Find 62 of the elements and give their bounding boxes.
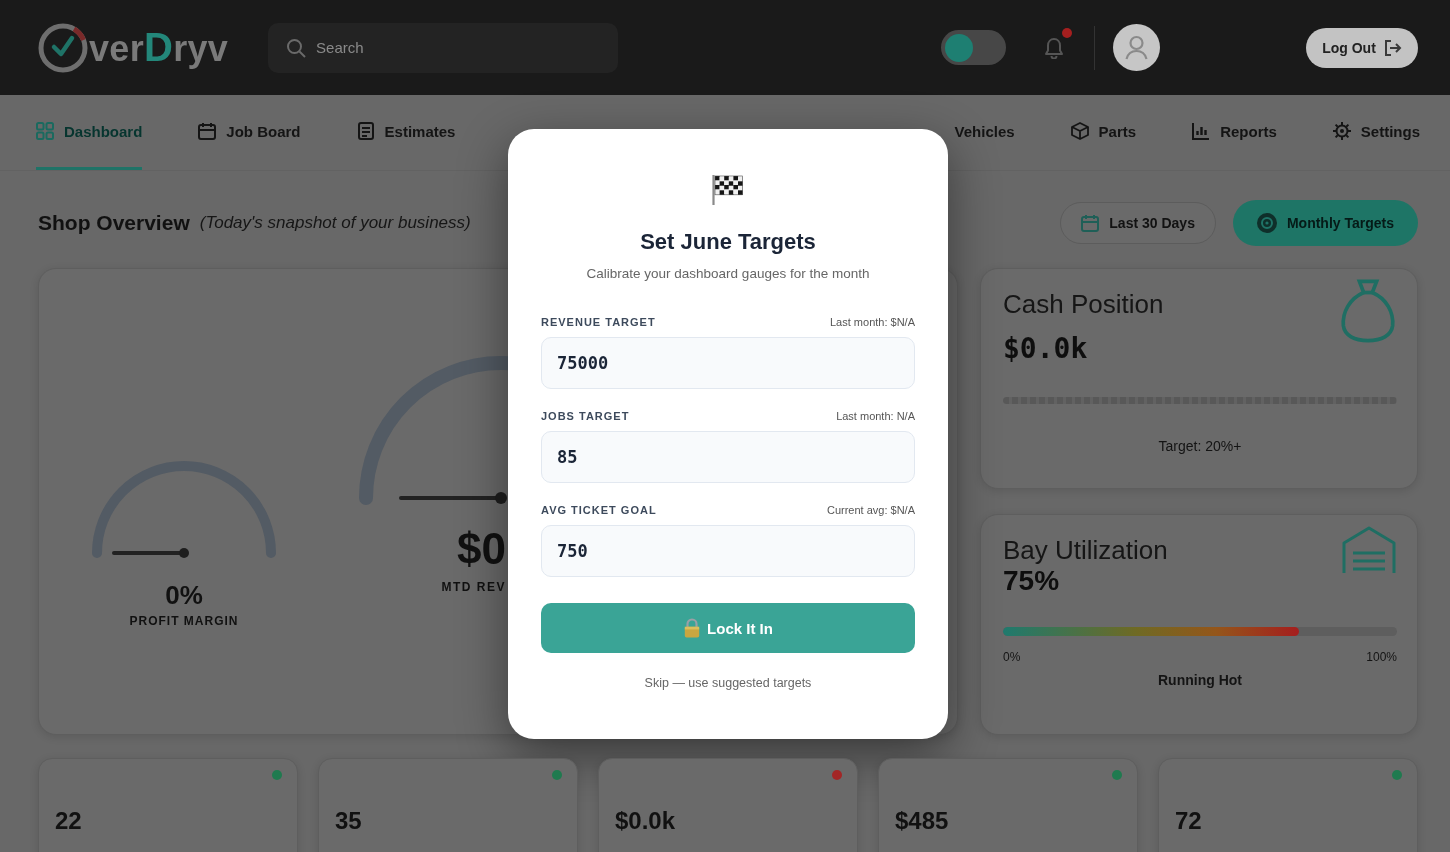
nav-tab[interactable]: Parts	[1070, 95, 1137, 170]
input-field[interactable]: 85	[541, 431, 915, 483]
input-field[interactable]: 750	[541, 525, 915, 577]
page-subtitle: (Today's snapshot of your business)	[199, 213, 471, 233]
search-icon	[286, 37, 307, 58]
padlock-icon	[683, 618, 702, 638]
kpi-value: $485	[895, 807, 950, 835]
field-label: REVENUE TARGET	[541, 316, 656, 328]
input-field[interactable]: 75000	[541, 337, 915, 389]
date-range-button[interactable]: Last 30 Days	[1060, 202, 1216, 244]
submit-button[interactable]: Lock It In	[541, 603, 915, 653]
scale-label: 0%	[1003, 650, 1021, 664]
target-icon	[1256, 213, 1277, 233]
card-value: 75%	[1003, 564, 1061, 598]
logo-text: verDryv	[89, 25, 229, 70]
card-value: $0.0k	[1003, 331, 1089, 367]
grid-icon	[36, 122, 54, 140]
card-title: Cash Position	[1003, 288, 1164, 321]
check-circle-icon	[38, 22, 88, 73]
status-text: Target: 20%+	[1157, 438, 1243, 454]
modal-title: Set June Targets	[639, 228, 817, 256]
calendar-icon	[1081, 214, 1100, 232]
settings-icon	[1332, 122, 1351, 140]
nav-tab[interactable]: Job Board	[198, 95, 301, 170]
field-label: JOBS TARGET	[541, 410, 630, 422]
kpi-value: 72	[1175, 807, 1203, 835]
card-title: Bay Utilization	[1003, 534, 1168, 567]
field-hint: Last month: N/A	[836, 410, 915, 422]
garage-icon	[1341, 525, 1397, 575]
nav-tab[interactable]: Vehicles	[954, 95, 1015, 170]
avatar-icon[interactable]	[1113, 24, 1160, 71]
modal-subtitle: Calibrate your dashboard gauges for the month	[585, 265, 871, 283]
skip-link[interactable]: Skip — use suggested targets	[644, 676, 812, 690]
document-icon	[356, 122, 375, 140]
field-label: AVG TICKET GOAL	[541, 504, 657, 516]
gauge-value: 0%	[164, 579, 204, 611]
kpi-value: 35	[335, 807, 363, 835]
package-icon	[1070, 122, 1089, 140]
scale-label: 100%	[1366, 650, 1397, 664]
logout-button[interactable]: Log Out	[1306, 27, 1418, 68]
calendar-icon	[198, 122, 217, 140]
field-hint: Current avg: $N/A	[826, 504, 915, 516]
status-text: Running Hot	[1157, 672, 1243, 688]
nav-tab[interactable]: Reports	[1192, 95, 1277, 170]
logout-icon	[1383, 39, 1402, 56]
page-title: Shop Overview	[38, 211, 190, 235]
search-field[interactable]: Search	[268, 22, 619, 73]
nav-tab[interactable]: Dashboard	[36, 95, 143, 170]
kpi-value: $0.0k	[615, 807, 677, 835]
checkered-flag-icon	[711, 174, 745, 206]
gauge-value: $0	[456, 524, 506, 574]
field-hint: Last month: $N/A	[830, 316, 915, 328]
theme-toggle[interactable]	[941, 30, 1006, 65]
money-bag-icon	[1339, 279, 1397, 343]
bell-icon[interactable]	[1044, 36, 1064, 59]
gauge-label: MTD REV	[440, 580, 506, 594]
nav-tab[interactable]: Settings	[1332, 95, 1420, 170]
nav-tab[interactable]: Estimates	[356, 95, 456, 170]
kpi-value: 22	[55, 807, 83, 835]
targets-button[interactable]: Monthly Targets	[1232, 200, 1418, 246]
gauge-label: PROFIT MARGIN	[129, 614, 239, 628]
bar-chart-icon	[1192, 122, 1211, 140]
